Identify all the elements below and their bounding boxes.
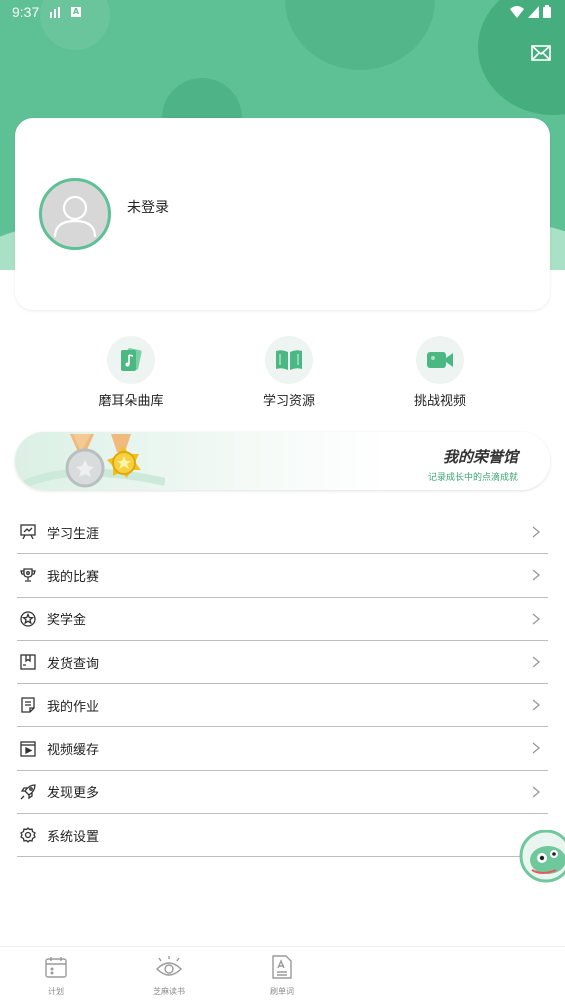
medals-icon [23, 434, 165, 488]
honor-title: 我的荣誉馆 [442, 448, 518, 466]
quick-action-label: 学习资源 [262, 394, 315, 409]
quick-action-learning-resources[interactable]: 学习资源 [244, 336, 334, 409]
package-icon [19, 653, 37, 671]
cell-signal-icon [528, 5, 539, 18]
word-sheet-icon [272, 955, 292, 979]
menu-item-label: 奖学金 [47, 613, 87, 629]
menu-item-label: 我的作业 [47, 699, 100, 715]
video-clip-icon [19, 740, 37, 758]
bottom-navigation: 计划 芝麻读书 刷单词 [0, 946, 565, 1004]
chevron-right-icon [532, 613, 541, 625]
menu-item-system-settings[interactable]: 系统设置 [17, 814, 548, 858]
menu-item-my-contests[interactable]: 我的比赛 [17, 554, 548, 598]
chevron-right-icon [532, 569, 541, 581]
chevron-right-icon [532, 656, 541, 668]
battery-icon [543, 5, 551, 18]
mail-icon[interactable] [531, 45, 551, 61]
nav-tab-label: 计划 [48, 987, 64, 996]
chevron-right-icon [532, 786, 541, 798]
app-badge-icon: A [71, 7, 81, 17]
music-cards-icon [107, 336, 155, 384]
quick-action-label: 挑战视频 [413, 394, 466, 409]
menu-item-label: 系统设置 [47, 829, 100, 845]
menu-item-video-cache[interactable]: 视频缓存 [17, 727, 548, 771]
nav-tab-label: 芝麻读书 [153, 987, 185, 996]
honor-subtitle: 记录成长中的点滴成就 [427, 473, 518, 483]
nav-tab-words[interactable]: 刷单词 [252, 955, 312, 997]
signal-bars-icon [50, 7, 60, 18]
video-camera-icon [416, 336, 464, 384]
presentation-chart-icon [19, 523, 37, 541]
open-book-icon [265, 336, 313, 384]
honor-hall-banner[interactable]: 我的荣誉馆 记录成长中的点滴成就 [15, 432, 550, 490]
menu-item-label: 发货查询 [47, 656, 100, 672]
nav-tab-label: 刷单词 [270, 987, 294, 996]
chevron-right-icon [532, 742, 541, 754]
menu-item-label: 我的比赛 [47, 569, 100, 585]
star-badge-icon [19, 610, 37, 628]
nav-tab-plan[interactable]: 计划 [26, 955, 86, 997]
login-status-label[interactable]: 未登录 [127, 197, 169, 217]
menu-item-scholarship[interactable]: 奖学金 [17, 598, 548, 641]
calendar-icon [45, 957, 67, 978]
menu-item-my-homework[interactable]: 我的作业 [17, 684, 548, 728]
wifi-icon [510, 5, 524, 18]
avatar[interactable] [39, 178, 111, 250]
menu-list: 学习生涯 我的比赛 奖学金 发货查询 我的作业 视频缓存 发现更多 系统设置 [17, 511, 548, 858]
eye-reading-icon [156, 956, 182, 976]
quick-action-song-library[interactable]: 磨耳朵曲库 [86, 336, 176, 409]
menu-item-shipping-query[interactable]: 发货查询 [17, 641, 548, 685]
menu-item-discover-more[interactable]: 发现更多 [17, 771, 548, 815]
menu-item-label: 视频缓存 [47, 743, 100, 759]
gear-icon [19, 826, 37, 844]
rocket-icon [19, 783, 37, 801]
nav-tab-reading[interactable]: 芝麻读书 [139, 955, 199, 997]
quick-action-challenge-video[interactable]: 挑战视频 [395, 336, 485, 409]
menu-item-label: 学习生涯 [47, 526, 100, 542]
menu-item-study-career[interactable]: 学习生涯 [17, 511, 548, 555]
quick-action-label: 磨耳朵曲库 [98, 394, 164, 409]
user-placeholder-icon [53, 195, 97, 238]
chevron-right-icon [532, 526, 541, 538]
status-bar: 9:37 A [0, 0, 565, 26]
mascot-float-button[interactable] [518, 829, 565, 886]
document-icon [19, 696, 37, 714]
profile-card[interactable]: 未登录 [15, 118, 550, 310]
mascot-icon [519, 829, 565, 883]
chevron-right-icon [532, 699, 541, 711]
status-time: 9:37 [12, 4, 40, 20]
menu-item-label: 发现更多 [47, 786, 100, 802]
trophy-icon [19, 566, 37, 584]
